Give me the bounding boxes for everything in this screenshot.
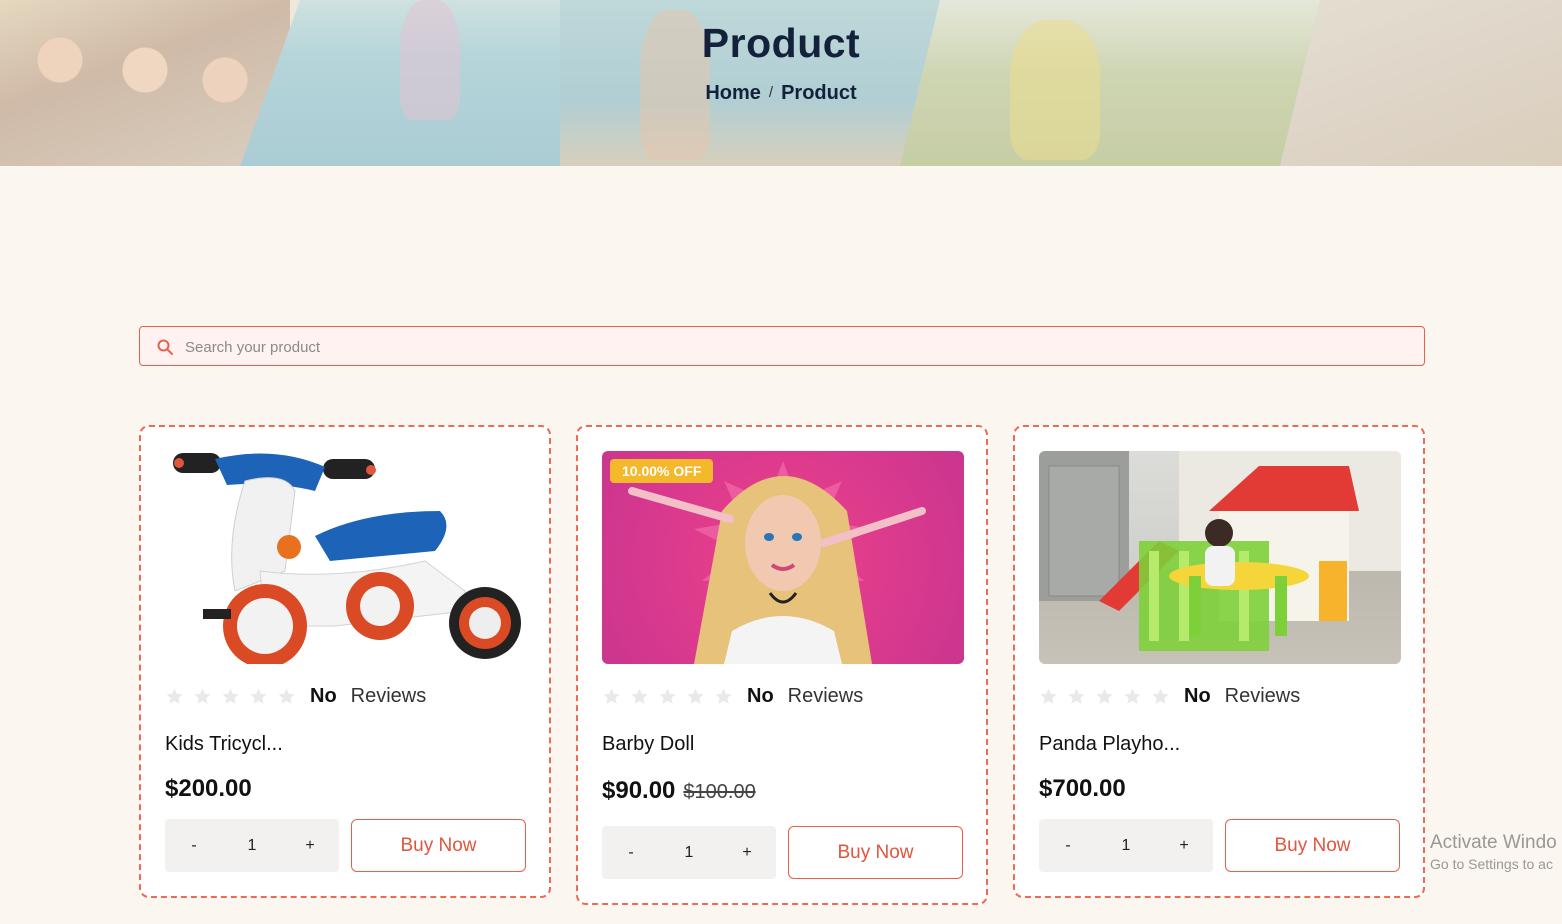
current-price: $90.00 bbox=[602, 777, 676, 804]
star-icon bbox=[715, 688, 732, 704]
star-icon bbox=[659, 688, 676, 704]
decrement-button[interactable]: - bbox=[1039, 837, 1097, 855]
star-icon bbox=[278, 688, 295, 704]
page-title: Product bbox=[701, 20, 861, 66]
product-card[interactable]: No Reviews Kids Tricycl... $200.00 - 1 + … bbox=[139, 425, 551, 898]
reviews-label: Reviews bbox=[787, 685, 864, 707]
product-image[interactable]: 10.00% OFF bbox=[602, 451, 964, 664]
product-price: $90.00 $100.00 bbox=[602, 777, 756, 805]
breadcrumb-separator: / bbox=[768, 84, 774, 101]
current-price: $200.00 bbox=[165, 775, 252, 802]
review-count: No bbox=[310, 685, 337, 707]
quantity-value[interactable]: 1 bbox=[660, 844, 718, 862]
star-icon bbox=[222, 688, 239, 704]
review-count: No bbox=[1184, 685, 1211, 707]
star-icon bbox=[1040, 688, 1057, 704]
breadcrumb-current: Product bbox=[781, 82, 857, 104]
product-name[interactable]: Barby Doll bbox=[602, 733, 694, 756]
star-icon bbox=[1124, 688, 1141, 704]
breadcrumb: Home / Product bbox=[0, 82, 1562, 105]
product-card[interactable]: No Reviews Panda Playho... $700.00 - 1 + … bbox=[1013, 425, 1425, 898]
rating-stars bbox=[602, 685, 742, 707]
star-icon bbox=[1068, 688, 1085, 704]
product-price: $200.00 bbox=[165, 775, 252, 803]
star-icon bbox=[1096, 688, 1113, 704]
quantity-value[interactable]: 1 bbox=[1097, 837, 1155, 855]
product-name[interactable]: Kids Tricycl... bbox=[165, 733, 283, 756]
product-price: $700.00 bbox=[1039, 775, 1126, 803]
increment-button[interactable]: + bbox=[281, 837, 339, 855]
rating-stars bbox=[1039, 685, 1179, 707]
quantity-stepper: - 1 + bbox=[165, 819, 339, 872]
quantity-value[interactable]: 1 bbox=[223, 837, 281, 855]
search-input[interactable] bbox=[183, 327, 1407, 367]
playhouse-image bbox=[1039, 451, 1401, 651]
star-icon bbox=[603, 688, 620, 704]
rating-stars bbox=[165, 685, 305, 707]
activation-watermark: Activate Windo Go to Settings to ac bbox=[1430, 832, 1557, 872]
watermark-line-1: Activate Windo bbox=[1430, 832, 1557, 853]
tricycle-image bbox=[173, 453, 521, 664]
breadcrumb-home-link[interactable]: Home bbox=[705, 82, 761, 104]
product-image[interactable] bbox=[165, 451, 527, 664]
decrement-button[interactable]: - bbox=[602, 844, 660, 862]
increment-button[interactable]: + bbox=[718, 844, 776, 862]
decrement-button[interactable]: - bbox=[165, 837, 223, 855]
buy-now-button[interactable]: Buy Now bbox=[351, 819, 526, 872]
hero-banner: Product Home / Product bbox=[0, 0, 1562, 166]
product-card[interactable]: 10.00% OFF No Reviews Barby Doll $90.00 $1… bbox=[576, 425, 988, 905]
review-count: No bbox=[747, 685, 774, 707]
product-image[interactable] bbox=[1039, 451, 1401, 664]
star-icon bbox=[631, 688, 648, 704]
search-icon bbox=[157, 339, 173, 355]
watermark-line-2: Go to Settings to ac bbox=[1430, 856, 1553, 872]
buy-now-button[interactable]: Buy Now bbox=[788, 826, 963, 879]
product-name[interactable]: Panda Playho... bbox=[1039, 733, 1180, 756]
star-icon bbox=[166, 688, 183, 704]
star-icon bbox=[250, 688, 267, 704]
search-bar[interactable] bbox=[139, 326, 1425, 367]
current-price: $700.00 bbox=[1039, 775, 1126, 802]
quantity-stepper: - 1 + bbox=[602, 826, 776, 879]
reviews-label: Reviews bbox=[350, 685, 427, 707]
increment-button[interactable]: + bbox=[1155, 837, 1213, 855]
buy-now-button[interactable]: Buy Now bbox=[1225, 819, 1400, 872]
star-icon bbox=[194, 688, 211, 704]
original-price: $100.00 bbox=[683, 781, 756, 803]
discount-badge: 10.00% OFF bbox=[610, 459, 714, 483]
reviews-label: Reviews bbox=[1224, 685, 1301, 707]
star-icon bbox=[1152, 688, 1169, 704]
star-icon bbox=[687, 688, 704, 704]
quantity-stepper: - 1 + bbox=[1039, 819, 1213, 872]
